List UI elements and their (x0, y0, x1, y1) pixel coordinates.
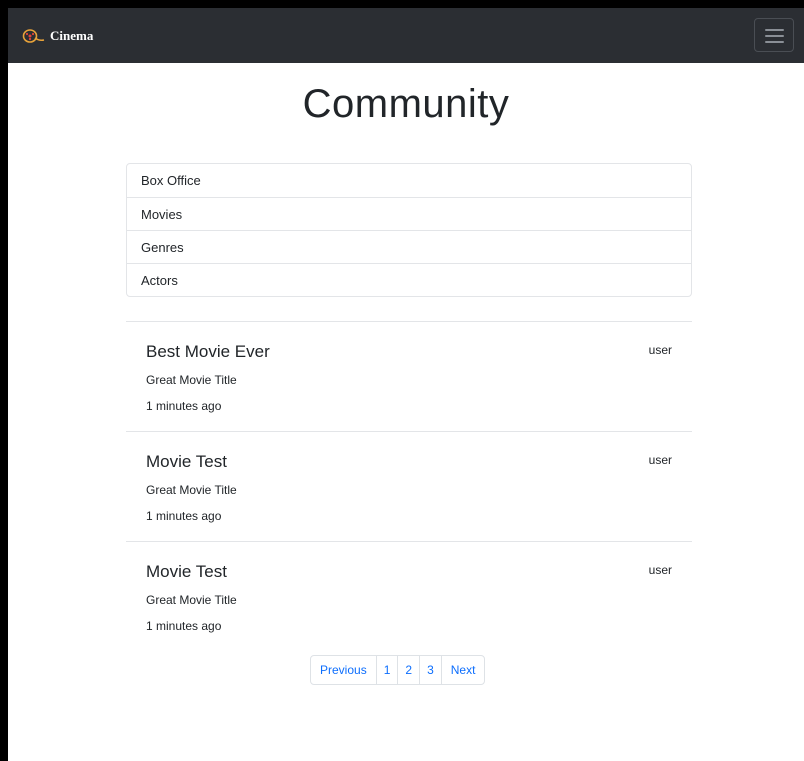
post-item[interactable]: Movie Test user Great Movie Title 1 minu… (126, 432, 692, 542)
post-movie-title: Great Movie Title (146, 593, 237, 607)
post-author: user (648, 343, 672, 357)
hamburger-menu-icon (765, 29, 784, 31)
post-list: Best Movie Ever user Great Movie Title 1… (126, 321, 692, 651)
pagination-next[interactable]: Next (440, 656, 485, 684)
pagination-previous[interactable]: Previous (311, 656, 376, 684)
hamburger-menu-icon-line (765, 41, 784, 43)
post-author: user (648, 453, 672, 467)
pagination-page-2[interactable]: 2 (397, 656, 419, 684)
page-title: Community (302, 82, 510, 126)
hamburger-menu-icon-line (765, 35, 784, 37)
post-timestamp: 1 minutes ago (146, 399, 222, 413)
post-timestamp: 1 minutes ago (146, 619, 222, 633)
category-item-actors[interactable]: Actors (127, 263, 691, 296)
post-timestamp: 1 minutes ago (146, 509, 222, 523)
pagination-page-3[interactable]: 3 (419, 656, 441, 684)
post-movie-title: Great Movie Title (146, 373, 237, 387)
post-title[interactable]: Movie Test (146, 452, 227, 472)
category-list: Box Office Movies Genres Actors (126, 163, 692, 297)
post-item[interactable]: Movie Test user Great Movie Title 1 minu… (126, 542, 692, 651)
menu-toggle-button[interactable] (754, 18, 794, 52)
pagination-page-1[interactable]: 1 (375, 656, 398, 684)
brand-link[interactable]: Cinema (22, 26, 93, 46)
post-title[interactable]: Movie Test (146, 562, 227, 582)
category-item-genres[interactable]: Genres (127, 230, 691, 263)
post-movie-title: Great Movie Title (146, 483, 237, 497)
post-author: user (648, 563, 672, 577)
pagination: Previous 1 2 3 Next (310, 655, 486, 685)
post-title[interactable]: Best Movie Ever (146, 342, 270, 362)
top-navbar: Cinema (8, 8, 804, 63)
category-item-box-office[interactable]: Box Office (127, 164, 691, 197)
film-reel-logo-icon (22, 28, 46, 44)
post-item[interactable]: Best Movie Ever user Great Movie Title 1… (126, 322, 692, 432)
category-item-movies[interactable]: Movies (127, 197, 691, 230)
brand-name: Cinema (50, 28, 94, 43)
